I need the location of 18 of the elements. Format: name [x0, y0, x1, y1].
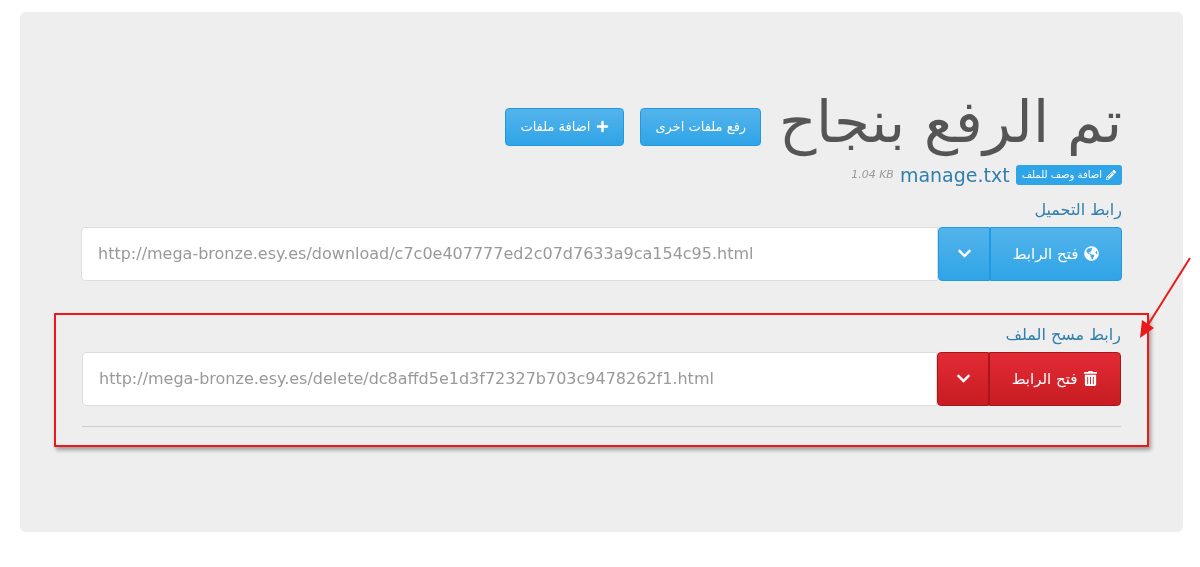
file-name: manage.txt	[899, 163, 1010, 186]
upload-more-button[interactable]: رفع ملفات اخرى	[640, 107, 762, 146]
open-link-button[interactable]: فتح الرابط	[990, 226, 1122, 281]
trash-icon	[1083, 371, 1099, 387]
add-files-button[interactable]: اضافة ملفات	[505, 107, 625, 146]
globe-icon	[1084, 246, 1100, 262]
link-label: رابط مسح الملف	[1004, 324, 1121, 344]
link-label: رابط التحميل	[1033, 199, 1122, 219]
pencil-icon	[1106, 169, 1116, 180]
add-description-button[interactable]: اضافة وصف للملف	[1015, 164, 1122, 185]
plus-icon	[596, 120, 610, 134]
file-size: 1.04 KB	[851, 168, 894, 182]
url-field[interactable]: http://mega-bronze.esy.es/download/c7c0e407777ed2c07d7633a9ca154c95.html	[81, 226, 938, 281]
url-field[interactable]: http://mega-bronze.esy.es/delete/dc8affd5e1d3f72327b703c9478262f1.html	[82, 351, 937, 406]
page-title: تم الرفع بنجاح	[779, 88, 1122, 158]
dropdown-button[interactable]	[938, 226, 990, 281]
open-link-button[interactable]: فتح الرابط	[989, 351, 1121, 406]
dropdown-button[interactable]	[937, 351, 989, 406]
